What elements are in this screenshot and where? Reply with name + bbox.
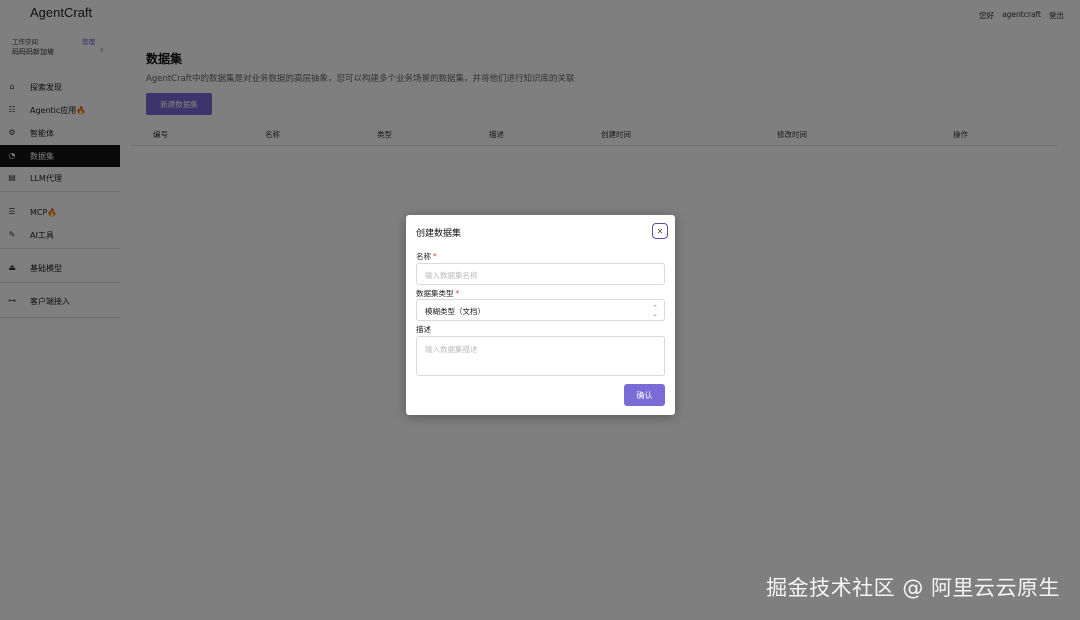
dataset-name-input[interactable]: 输入数据集名称 (416, 263, 665, 285)
dataset-type-select[interactable]: 模糊类型（文档） ⌃ ⌄ (416, 299, 665, 321)
dialog-title: 创建数据集 (416, 229, 462, 239)
name-label: 名称 * (416, 251, 437, 262)
dataset-name-placeholder: 输入数据集名称 (425, 271, 478, 280)
required-mark: * (455, 289, 460, 298)
dataset-description-placeholder: 输入数据集描述 (425, 345, 478, 354)
name-label-text: 名称 (416, 252, 431, 261)
type-label-text: 数据集类型 (416, 289, 454, 298)
description-label: 描述 (416, 325, 431, 334)
close-icon: ✕ (656, 226, 664, 236)
chevron-updown-icon: ⌃ ⌄ (652, 304, 658, 318)
type-label: 数据集类型 * (416, 288, 459, 299)
dataset-description-input[interactable]: 输入数据集描述 (416, 336, 665, 376)
watermark-text: 掘金技术社区 @ 阿里云云原生 (766, 576, 1060, 600)
confirm-button[interactable]: 确认 (624, 384, 665, 406)
dataset-type-value: 模糊类型（文档） (425, 307, 485, 316)
create-dataset-dialog: 创建数据集 ✕ 名称 * 输入数据集名称 数据集类型 * 模糊类型（文档） ⌃ ⌄ 描… (406, 215, 675, 415)
close-button[interactable]: ✕ (652, 223, 668, 239)
required-mark: * (433, 252, 437, 261)
